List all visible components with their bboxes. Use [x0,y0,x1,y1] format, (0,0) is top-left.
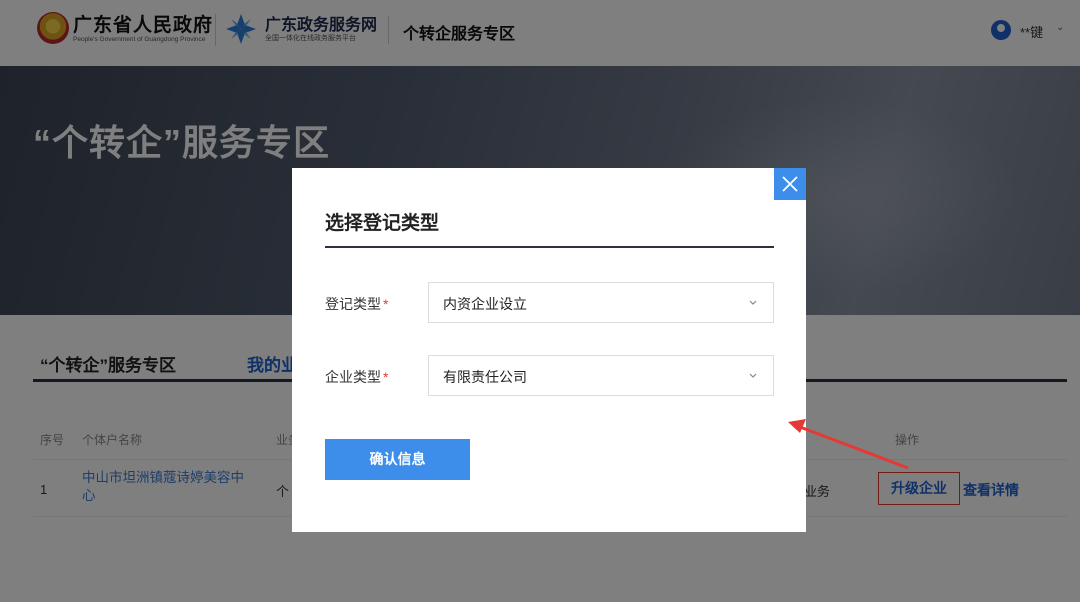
annotation-arrow-icon [788,419,909,470]
